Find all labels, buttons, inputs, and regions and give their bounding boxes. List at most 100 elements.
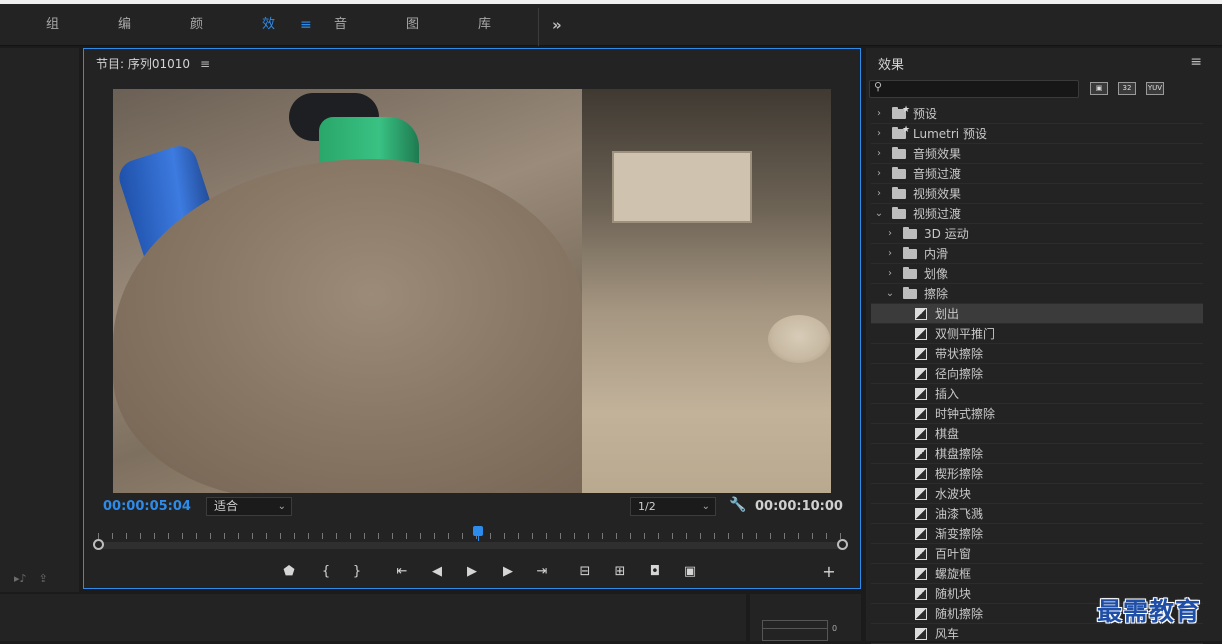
playhead[interactable] — [473, 526, 484, 536]
effects-folder[interactable]: › 内滑 — [871, 244, 1203, 264]
mark-out-button[interactable]: } — [346, 561, 368, 583]
effect-label: 擦除 — [924, 287, 949, 301]
folder-icon — [903, 267, 917, 279]
effect-item[interactable]: 棋盘 — [871, 424, 1203, 444]
effect-item[interactable]: 百叶窗 — [871, 544, 1203, 564]
chevron-down-icon[interactable]: ⌄ — [885, 284, 895, 304]
effect-item[interactable]: 渐变擦除 — [871, 524, 1203, 544]
effect-item[interactable]: 棋盘擦除 — [871, 444, 1203, 464]
zoom-scrollbar[interactable] — [98, 542, 844, 549]
effect-item[interactable]: 螺旋框 — [871, 564, 1203, 584]
workspace-tab-effects[interactable]: 效果 — [262, 4, 275, 74]
chevron-right-icon[interactable]: › — [874, 144, 884, 164]
more-workspaces-icon[interactable]: » — [552, 4, 562, 46]
zoom-handle-left[interactable] — [93, 539, 104, 550]
effects-folder[interactable]: ⌄ 擦除 — [871, 284, 1203, 304]
left-panel — [0, 48, 79, 592]
effect-item[interactable]: 水波块 — [871, 484, 1203, 504]
time-ruler[interactable] — [98, 529, 844, 539]
effect-label: 棋盘 — [935, 427, 960, 441]
effect-label: 插入 — [935, 387, 960, 401]
workspace-tab-libraries[interactable]: 库 — [478, 4, 491, 46]
go-to-out-button[interactable]: ⇥ — [531, 561, 553, 583]
folder-icon — [892, 167, 906, 179]
chevron-right-icon[interactable]: › — [885, 224, 895, 244]
go-to-in-button[interactable]: ⇤ — [391, 561, 413, 583]
effects-folder[interactable]: › ★ Lumetri 预设 — [871, 124, 1203, 144]
button-editor-add-button[interactable]: + — [818, 561, 840, 583]
workspace-tab-assembly[interactable]: 组件 — [46, 4, 59, 74]
effects-folder[interactable]: › 视频效果 — [871, 184, 1203, 204]
effects-folder[interactable]: › 音频过渡 — [871, 164, 1203, 184]
workspace-tab-editing[interactable]: 编辑 — [118, 4, 131, 74]
effect-label: 楔形擦除 — [935, 467, 984, 481]
effect-item[interactable]: 带状擦除 — [871, 344, 1203, 364]
effect-item[interactable]: 双侧平推门 — [871, 324, 1203, 344]
chevron-down-icon[interactable]: ⌄ — [874, 204, 884, 224]
chevron-right-icon[interactable]: › — [885, 264, 895, 284]
transition-effect-icon — [915, 528, 927, 540]
effect-item[interactable]: 插入 — [871, 384, 1203, 404]
yuv-effects-icon[interactable]: YUV — [1146, 82, 1164, 95]
effects-folder[interactable]: › 音频效果 — [871, 144, 1203, 164]
transition-effect-icon — [915, 308, 927, 320]
zoom-handle-right[interactable] — [837, 539, 848, 550]
effects-search-input[interactable]: ⚲ — [869, 80, 1079, 98]
effect-item[interactable]: 径向擦除 — [871, 364, 1203, 384]
effect-label: 随机擦除 — [935, 607, 984, 621]
effect-item[interactable]: 划出 — [871, 304, 1203, 324]
chevron-right-icon[interactable]: › — [874, 104, 884, 124]
lift-button[interactable]: ⊟ — [574, 561, 596, 583]
current-timecode[interactable]: 00:00:05:04 — [103, 499, 191, 514]
effect-item[interactable]: 楔形擦除 — [871, 464, 1203, 484]
effects-folder[interactable]: ⌄ 视频过渡 — [871, 204, 1203, 224]
workspace-tab-audio[interactable]: 音频 — [334, 4, 347, 74]
wrench-icon[interactable]: 🔧 — [729, 497, 746, 513]
accelerated-effects-icon[interactable]: ▣ — [1090, 82, 1108, 95]
export-icon[interactable]: ⇪ — [39, 572, 48, 585]
step-back-button[interactable]: ◀ — [426, 561, 448, 583]
effect-label: 双侧平推门 — [935, 327, 996, 341]
folder-icon — [892, 207, 906, 219]
export-frame-button[interactable]: ◘ — [644, 561, 666, 583]
extract-button[interactable]: ⊞ — [609, 561, 631, 583]
mark-in-button[interactable]: { — [315, 561, 337, 583]
audio-scrub-icon[interactable]: ▸♪ — [14, 572, 27, 585]
workspace-bar: 组件 编辑 颜色 效果 ≡ 音频 图形 库 » — [0, 0, 1222, 74]
effect-label: 内滑 — [924, 247, 949, 261]
effects-folder[interactable]: › ★ 预设 — [871, 104, 1203, 124]
chevron-right-icon[interactable]: › — [874, 124, 884, 144]
effect-item[interactable]: 油漆飞溅 — [871, 504, 1203, 524]
playback-resolution-select[interactable]: 1/2 ⌄ — [630, 497, 716, 516]
32bit-effects-icon[interactable]: 32 — [1118, 82, 1136, 95]
workspace-menu-icon[interactable]: ≡ — [300, 4, 312, 46]
zoom-fit-select[interactable]: 适合 ⌄ — [206, 497, 292, 516]
audio-meter — [762, 620, 828, 641]
effects-folder[interactable]: › 划像 — [871, 264, 1203, 284]
drawer-shape — [612, 151, 752, 223]
effect-label: Lumetri 预设 — [913, 127, 987, 141]
effect-item[interactable]: 时钟式擦除 — [871, 404, 1203, 424]
step-forward-button[interactable]: ▶ — [497, 561, 519, 583]
chevron-right-icon[interactable]: › — [874, 164, 884, 184]
effect-label: 时钟式擦除 — [935, 407, 996, 421]
effect-label: 径向擦除 — [935, 367, 984, 381]
effect-label: 带状擦除 — [935, 347, 984, 361]
video-frame[interactable] — [113, 89, 831, 493]
play-button[interactable]: ▶ — [461, 561, 483, 583]
effect-label: 百叶窗 — [935, 547, 972, 561]
add-marker-button[interactable]: ⬟ — [278, 561, 300, 583]
workspace-tab-graphics[interactable]: 图形 — [406, 4, 419, 74]
chevron-right-icon[interactable]: › — [885, 244, 895, 264]
program-menu-icon[interactable]: ≡ — [200, 57, 210, 71]
transition-effect-icon — [915, 408, 927, 420]
effects-folder[interactable]: › 3D 运动 — [871, 224, 1203, 244]
effects-menu-icon[interactable]: ≡ — [1190, 54, 1202, 70]
effect-label: 视频效果 — [913, 187, 962, 201]
transition-effect-icon — [915, 448, 927, 460]
workspace-tab-color[interactable]: 颜色 — [190, 4, 203, 74]
effect-label: 螺旋框 — [935, 567, 972, 581]
chevron-right-icon[interactable]: › — [874, 184, 884, 204]
compare-view-button[interactable]: ▣ — [679, 561, 701, 583]
effect-label: 音频效果 — [913, 147, 962, 161]
